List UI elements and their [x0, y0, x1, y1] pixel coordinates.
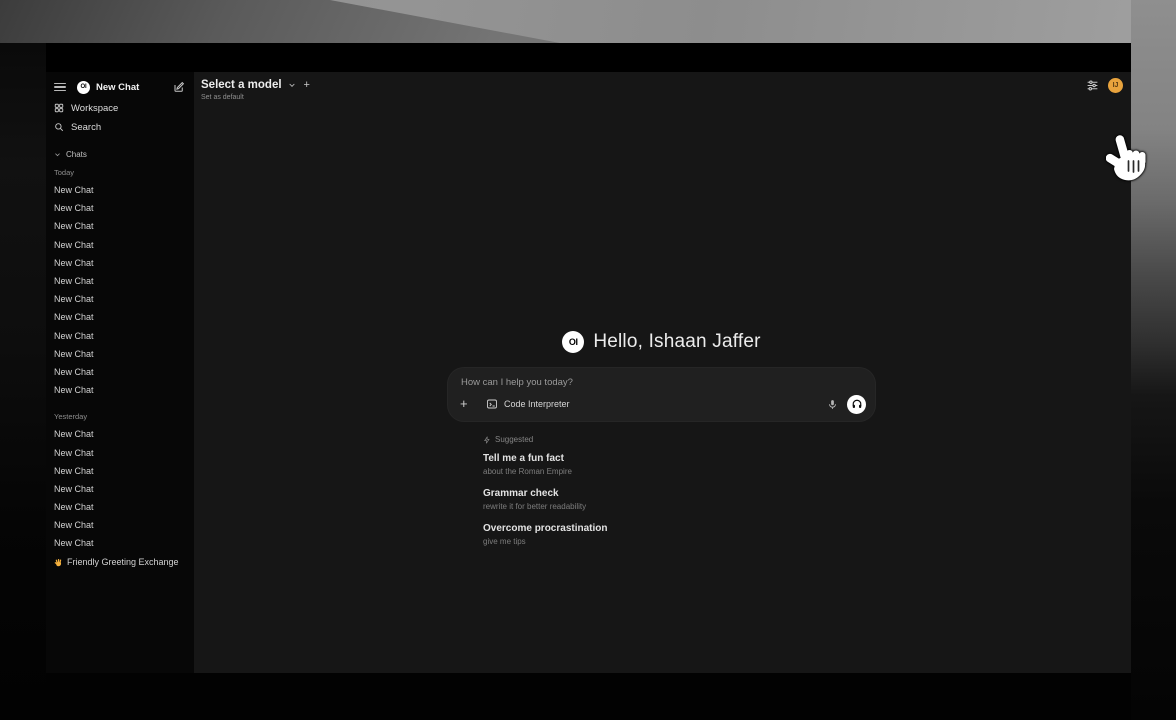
workspace-grid-icon — [54, 103, 64, 113]
suggested-prompt[interactable]: Tell me a fun fact about the Roman Empire — [483, 453, 875, 477]
suggested-prompts: Suggested Tell me a fun fact about the Ro… — [448, 435, 875, 547]
chat-history-item[interactable]: New Chat — [46, 308, 194, 326]
chat-history-item[interactable]: New Chat — [46, 345, 194, 363]
chat-history-item[interactable]: New Chat — [46, 516, 194, 534]
wave-emoji — [54, 558, 63, 567]
chat-group-label: Today — [54, 168, 186, 177]
sidebar-header: OI New Chat — [46, 78, 194, 96]
chevron-down-icon — [54, 151, 61, 158]
chevron-down-icon — [288, 81, 296, 89]
chat-history-item[interactable]: New Chat — [46, 462, 194, 480]
suggested-prompt-subtitle: rewrite it for better readability — [483, 502, 875, 512]
chat-history-item[interactable]: New Chat — [46, 498, 194, 516]
suggested-prompt[interactable]: Overcome procrastination give me tips — [483, 523, 875, 547]
app-logo-icon: OI — [77, 81, 90, 94]
model-selector-button[interactable]: Select a model + — [201, 79, 310, 91]
model-selector-label: Select a model — [201, 79, 282, 91]
chat-history-item[interactable]: New Chat — [46, 363, 194, 381]
backdrop-bottom — [46, 673, 1131, 720]
sidebar-item-search[interactable]: Search — [54, 120, 186, 134]
suggested-prompt-title: Overcome procrastination — [483, 523, 875, 535]
chat-history-item[interactable]: New Chat — [46, 381, 194, 399]
chat-history-item[interactable]: New Chat — [46, 290, 194, 308]
chat-group-label: Yesterday — [54, 412, 186, 421]
greeting: OI Hello, Ishaan Jaffer — [448, 330, 875, 354]
chat-history-item[interactable]: New Chat — [46, 327, 194, 345]
voice-call-button[interactable] — [847, 395, 866, 414]
chat-groups: TodayNew ChatNew ChatNew ChatNew ChatNew… — [46, 168, 194, 553]
suggested-prompt-title: Grammar check — [483, 488, 875, 500]
code-interpreter-icon — [486, 398, 498, 410]
search-icon — [54, 122, 64, 132]
suggested-prompt-subtitle: about the Roman Empire — [483, 467, 875, 477]
greeting-text: Hello, Ishaan Jaffer — [593, 331, 760, 353]
search-label: Search — [71, 122, 101, 133]
screen: OI New Chat Workspace — [0, 0, 1176, 720]
chat-history-item[interactable]: New Chat — [46, 254, 194, 272]
message-input[interactable]: How can I help you today? — [461, 377, 573, 388]
microphone-button[interactable] — [827, 399, 838, 410]
main-area: Select a model + Set as default IJ — [194, 72, 1131, 673]
chat-history-item[interactable]: New Chat — [46, 181, 194, 199]
sidebar-item-workspace[interactable]: Workspace — [54, 101, 186, 115]
set-as-default-link[interactable]: Set as default — [201, 94, 310, 101]
chat-history-item[interactable]: New Chat — [46, 217, 194, 235]
chat-history-item[interactable]: New Chat — [46, 480, 194, 498]
suggested-prompt-title: Tell me a fun fact — [483, 453, 875, 465]
code-interpreter-toggle[interactable]: Code Interpreter — [482, 396, 574, 412]
chats-section-toggle[interactable]: Chats — [54, 150, 186, 159]
backdrop-top-gradient — [0, 0, 1176, 43]
attach-plus-button[interactable]: + — [460, 397, 474, 411]
app-logo-icon: OI — [562, 331, 584, 353]
chat-history-item[interactable]: New Chat — [46, 272, 194, 290]
composer-toolbar: + Code Interpreter — [448, 394, 875, 414]
controls-sliders-icon[interactable] — [1086, 79, 1099, 92]
model-selector: Select a model + Set as default — [201, 79, 310, 101]
workspace-label: Workspace — [71, 103, 118, 114]
backdrop-right-gradient — [1131, 0, 1176, 720]
chat-history-item[interactable]: New Chat — [46, 443, 194, 461]
suggested-prompt[interactable]: Grammar check rewrite it for better reada… — [483, 488, 875, 512]
user-avatar[interactable]: IJ — [1108, 78, 1123, 93]
backdrop-left — [0, 43, 46, 720]
window-top-bar — [46, 44, 1131, 72]
add-model-button[interactable]: + — [304, 80, 310, 90]
headphones-icon — [851, 398, 863, 410]
sidebar-title: New Chat — [96, 82, 173, 93]
bolt-icon — [483, 436, 491, 444]
chat-history-item[interactable]: New Chat — [46, 199, 194, 217]
welcome-column: OI Hello, Ishaan Jaffer How can I help y… — [448, 330, 875, 558]
message-composer[interactable]: How can I help you today? + Code Interpr… — [448, 368, 875, 421]
chat-item-named[interactable]: Friendly Greeting Exchange — [46, 553, 194, 572]
chats-section-label: Chats — [66, 150, 87, 159]
suggested-list: Tell me a fun fact about the Roman Empire… — [483, 453, 875, 547]
suggested-label: Suggested — [495, 435, 533, 444]
chat-history-item[interactable]: New Chat — [46, 236, 194, 254]
microphone-icon — [827, 399, 838, 410]
code-interpreter-label: Code Interpreter — [504, 399, 570, 409]
suggested-prompt-subtitle: give me tips — [483, 537, 875, 547]
sidebar-toggle-icon[interactable] — [54, 83, 66, 92]
header-controls: IJ — [1086, 78, 1123, 93]
chat-history-item[interactable]: New Chat — [46, 534, 194, 552]
named-chat-label: Friendly Greeting Exchange — [67, 557, 179, 567]
new-chat-pencil-icon[interactable] — [173, 81, 185, 93]
app-window: OI New Chat Workspace — [46, 44, 1131, 673]
suggested-header: Suggested — [483, 435, 875, 444]
chat-history-item[interactable]: New Chat — [46, 425, 194, 443]
sidebar: OI New Chat Workspace — [46, 72, 194, 673]
